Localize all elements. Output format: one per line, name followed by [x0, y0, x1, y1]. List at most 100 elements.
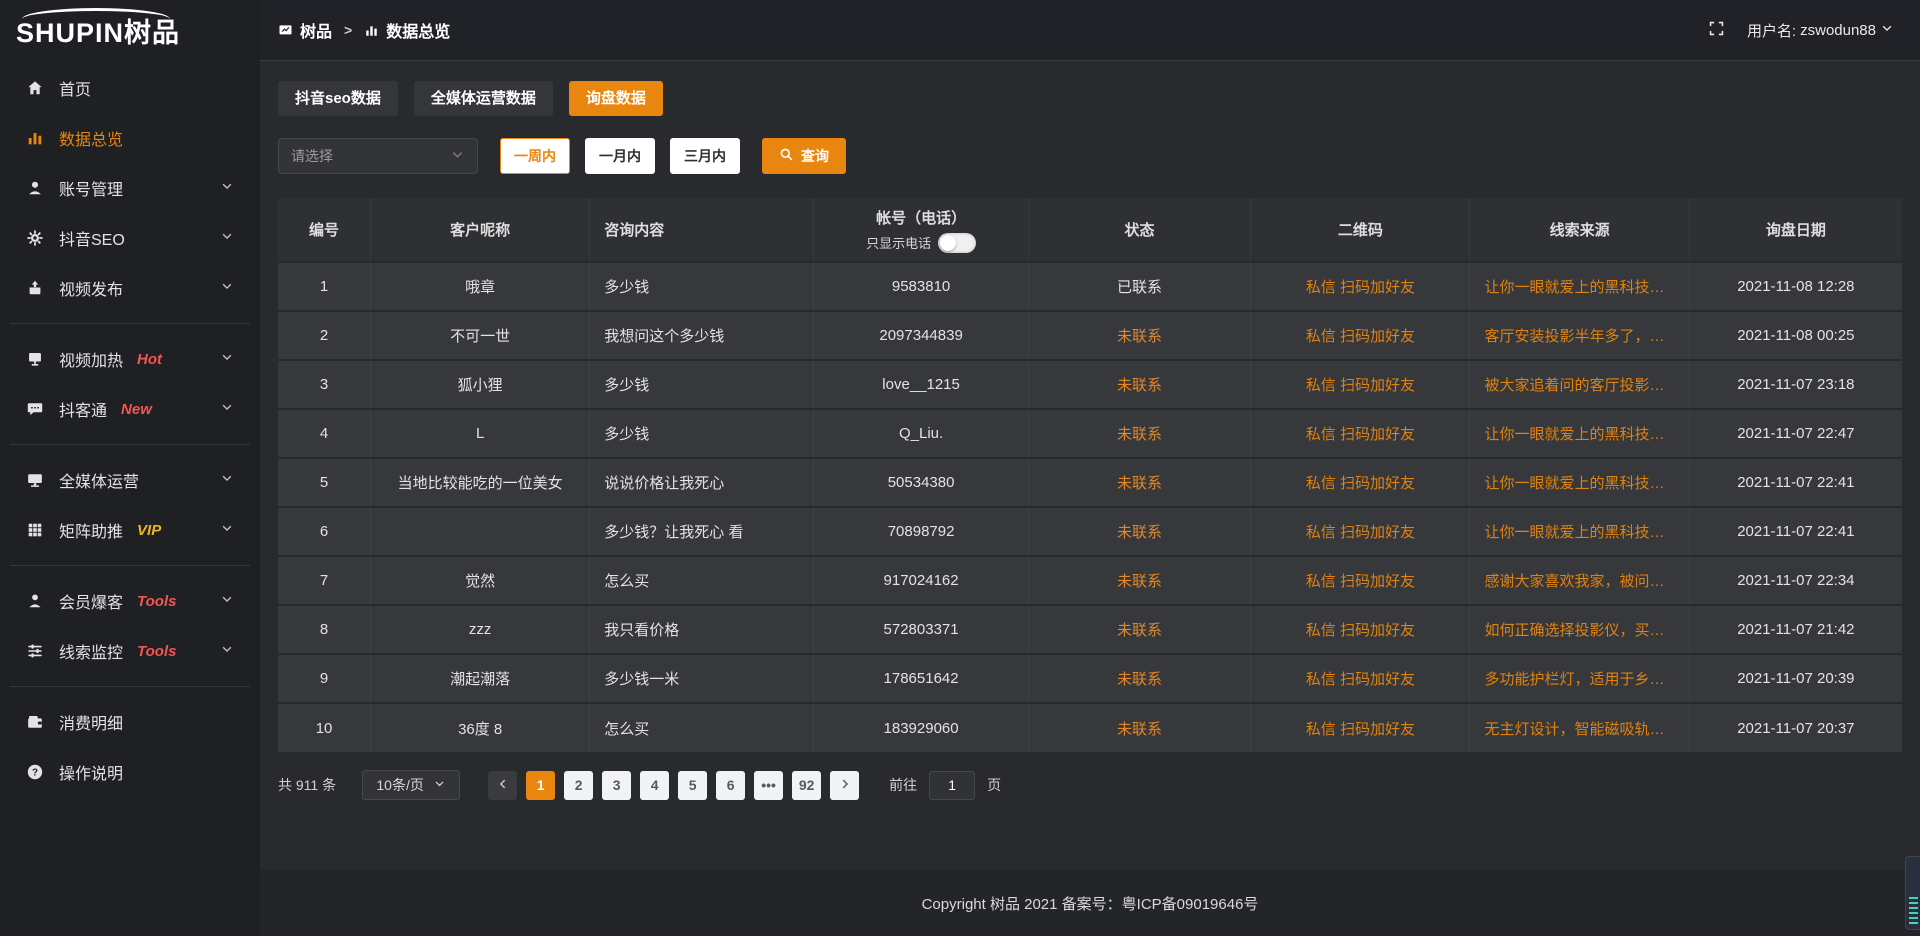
cell-source-link[interactable]: 让你一眼就爱上的黑科技，能...: [1470, 409, 1689, 458]
cell-content: 我只看价格: [590, 605, 814, 654]
cell-qrcode-link[interactable]: 私信 扫码加好友: [1251, 703, 1470, 752]
sidebar-item-首页[interactable]: 首页: [0, 63, 260, 113]
cell-source-link[interactable]: 多功能护栏灯，适用于乡村文...: [1470, 654, 1689, 703]
cell-account: 917024162: [814, 556, 1028, 605]
cell-account: love__1215: [814, 360, 1028, 409]
sidebar-divider: [10, 686, 250, 687]
page-button-92[interactable]: 92: [792, 771, 821, 800]
breadcrumb-label: 数据总览: [386, 18, 450, 42]
tab-全媒体运营数据[interactable]: 全媒体运营数据: [414, 81, 553, 116]
page-button-2[interactable]: 2: [564, 771, 593, 800]
monitor-icon: [26, 471, 44, 489]
period-button-三月内[interactable]: 三月内: [670, 138, 740, 174]
user-icon: [26, 179, 44, 197]
logo-en: SHUPIN: [16, 18, 124, 48]
topbar: 树品>数据总览 用户名: zswodun88: [260, 0, 1920, 61]
app-window: SHUPIN树品 首页数据总览账号管理抖音SEO视频发布视频加热Hot抖客通Ne…: [0, 0, 1920, 936]
cell-qrcode-link[interactable]: 私信 扫码加好友: [1251, 311, 1470, 360]
cell-date: 2021-11-07 22:41: [1689, 507, 1902, 556]
phone-only-toggle[interactable]: [938, 233, 976, 253]
next-page-button[interactable]: [830, 771, 859, 800]
cell-qrcode-link[interactable]: 私信 扫码加好友: [1251, 360, 1470, 409]
cell-source-link[interactable]: 感谢大家喜欢我家，被问了好...: [1470, 556, 1689, 605]
cell-qrcode-link[interactable]: 私信 扫码加好友: [1251, 458, 1470, 507]
cell-status: 未联系: [1028, 556, 1250, 605]
fullscreen-button[interactable]: [1708, 20, 1725, 41]
chevron-down-icon: [433, 777, 446, 790]
chevron-down-icon-slot: [220, 521, 234, 540]
fullscreen-icon-slot: [1708, 20, 1725, 41]
cell-qrcode-link[interactable]: 私信 扫码加好友: [1251, 262, 1470, 311]
sidebar-divider: [10, 565, 250, 566]
main-area: 树品>数据总览 用户名: zswodun88 抖音seo数据全媒体运营数据询盘数…: [260, 0, 1920, 936]
chevron-down-icon: [220, 350, 234, 364]
cell-content: 多少钱？让我死心 看: [590, 507, 814, 556]
sidebar-item-账号管理[interactable]: 账号管理: [0, 163, 260, 213]
period-button-一周内[interactable]: 一周内: [500, 138, 570, 174]
cell-source-link[interactable]: 让你一眼就爱上的黑科技，能...: [1470, 458, 1689, 507]
sidebar-item-label: 首页: [59, 76, 91, 100]
sidebar-item-线索监控[interactable]: 线索监控Tools: [0, 626, 260, 676]
username-label: 用户名:: [1747, 20, 1796, 41]
goto-page-input[interactable]: [929, 771, 975, 800]
period-button-一月内[interactable]: 一月内: [585, 138, 655, 174]
page-ellipsis-button[interactable]: •••: [754, 771, 783, 800]
page-button-5[interactable]: 5: [678, 771, 707, 800]
tab-抖音seo数据[interactable]: 抖音seo数据: [278, 81, 398, 116]
floating-widget[interactable]: [1905, 856, 1920, 930]
tab-询盘数据[interactable]: 询盘数据: [569, 81, 663, 116]
sidebar-item-抖音SEO[interactable]: 抖音SEO: [0, 213, 260, 263]
page-size-select[interactable]: 10条/页: [362, 770, 460, 800]
chevron-down-icon-slot: [433, 777, 446, 793]
sidebar-item-视频加热[interactable]: 视频加热Hot: [0, 334, 260, 384]
cell-qrcode-link[interactable]: 私信 扫码加好友: [1251, 605, 1470, 654]
sidebar-item-label: 消费明细: [59, 710, 123, 734]
chevron-down-icon: [220, 229, 234, 243]
cell-qrcode-link[interactable]: 私信 扫码加好友: [1251, 409, 1470, 458]
filter-select[interactable]: 请选择: [278, 138, 478, 174]
table-row: 9潮起潮落多少钱一米178651642未联系私信 扫码加好友多功能护栏灯，适用于…: [278, 654, 1902, 703]
cell-number: 1: [278, 262, 371, 311]
topbar-right: 用户名: zswodun88: [1708, 20, 1894, 41]
page-button-1[interactable]: 1: [526, 771, 555, 800]
cell-source-link[interactable]: 客厅安装投影半年多了，真实...: [1470, 311, 1689, 360]
sidebar-item-抖客通[interactable]: 抖客通New: [0, 384, 260, 434]
cell-qrcode-link[interactable]: 私信 扫码加好友: [1251, 507, 1470, 556]
cell-account: 50534380: [814, 458, 1028, 507]
cell-qrcode-link[interactable]: 私信 扫码加好友: [1251, 556, 1470, 605]
sidebar-item-全媒体运营[interactable]: 全媒体运营: [0, 455, 260, 505]
chevron-down-icon-slot: [220, 229, 234, 248]
breadcrumb-item-数据总览[interactable]: 数据总览: [364, 18, 450, 42]
sidebar-item-消费明细[interactable]: 消费明细: [0, 697, 260, 747]
cell-source-link[interactable]: 被大家追着问的客厅投影分享...: [1470, 360, 1689, 409]
cell-qrcode-link[interactable]: 私信 扫码加好友: [1251, 654, 1470, 703]
sidebar-item-会员爆客[interactable]: 会员爆客Tools: [0, 576, 260, 626]
cell-nickname: L: [371, 409, 590, 458]
sidebar-item-矩阵助推[interactable]: 矩阵助推VIP: [0, 505, 260, 555]
table-row: 7觉然怎么买917024162未联系私信 扫码加好友感谢大家喜欢我家，被问了好.…: [278, 556, 1902, 605]
cell-status: 未联系: [1028, 507, 1250, 556]
pagination: 共 911 条 10条/页 123456•••92 前往 页: [278, 770, 1902, 800]
page-button-3[interactable]: 3: [602, 771, 631, 800]
cell-source-link[interactable]: 让你一眼就爱上的黑科技，能...: [1470, 262, 1689, 311]
cell-content: 怎么买: [590, 556, 814, 605]
query-button[interactable]: 查询: [762, 138, 846, 174]
column-header-编号: 编号: [278, 198, 371, 262]
sidebar-item-label: 视频发布: [59, 276, 123, 300]
search-icon-slot: [779, 147, 794, 165]
cell-source-link[interactable]: 如何正确选择投影仪，买投影...: [1470, 605, 1689, 654]
page-button-4[interactable]: 4: [640, 771, 669, 800]
sidebar-item-操作说明[interactable]: ?操作说明: [0, 747, 260, 797]
user-menu[interactable]: 用户名: zswodun88: [1747, 20, 1894, 41]
page-button-6[interactable]: 6: [716, 771, 745, 800]
prev-page-button[interactable]: [488, 771, 517, 800]
cell-status: 未联系: [1028, 409, 1250, 458]
sidebar-item-视频发布[interactable]: 视频发布: [0, 263, 260, 313]
column-header-咨询内容: 咨询内容: [590, 198, 814, 262]
breadcrumb-item-树品[interactable]: 树品: [278, 18, 332, 42]
cell-source-link[interactable]: 无主灯设计，智能磁吸轨道灯...: [1470, 703, 1689, 752]
sidebar-item-数据总览[interactable]: 数据总览: [0, 113, 260, 163]
sidebar-divider: [10, 444, 250, 445]
cell-source-link[interactable]: 让你一眼就爱上的黑科技，能...: [1470, 507, 1689, 556]
chevron-right-icon: [838, 777, 852, 791]
